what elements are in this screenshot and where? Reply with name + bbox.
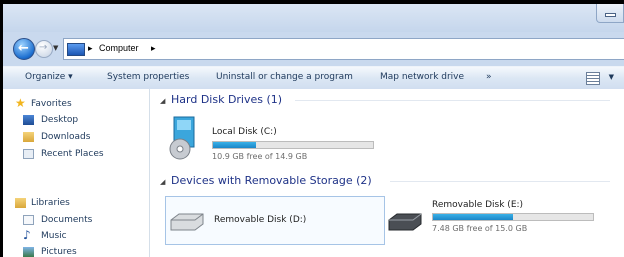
address-bar[interactable]: ▸ Computer ▸ <box>63 38 624 60</box>
nav-recent-places[interactable]: Recent Places <box>41 149 104 159</box>
organize-button[interactable]: Organize ▾ <box>25 72 73 82</box>
nav-libraries[interactable]: Libraries <box>31 198 70 208</box>
pictures-icon <box>23 247 34 257</box>
group-divider <box>295 100 610 101</box>
recent-places-icon <box>23 149 34 159</box>
drive-c-usage-bar <box>212 141 374 149</box>
recent-pages-dropdown-icon[interactable]: ▼ <box>53 44 58 52</box>
star-icon: ★ <box>15 96 26 110</box>
change-view-icon[interactable] <box>586 72 600 85</box>
breadcrumb-computer[interactable]: Computer <box>99 43 139 53</box>
nav-favorites[interactable]: Favorites <box>31 99 72 109</box>
documents-icon <box>23 215 34 225</box>
drive-e-usage-fill <box>433 214 513 220</box>
command-bar: Organize ▾ System properties Uninstall o… <box>3 66 624 90</box>
drive-c-usage-fill <box>213 142 257 148</box>
more-commands-button[interactable]: » <box>486 72 492 82</box>
drive-d-name: Removable Disk (D:) <box>214 215 307 225</box>
map-network-drive-button[interactable]: Map network drive <box>380 72 464 82</box>
content-pane: ◢ Hard Disk Drives (1) Local Disk (C:) 1… <box>150 89 624 257</box>
nav-pictures[interactable]: Pictures <box>41 247 77 257</box>
libraries-icon <box>15 198 26 208</box>
music-note-icon: ♪ <box>23 228 31 242</box>
nav-documents[interactable]: Documents <box>41 215 92 225</box>
forward-button[interactable] <box>35 40 53 58</box>
drive-e-usage-bar <box>432 213 594 221</box>
view-options-dropdown-icon[interactable]: ▼ <box>609 73 614 81</box>
nav-desktop[interactable]: Desktop <box>41 115 78 125</box>
drive-e-free-space: 7.48 GB free of 15.0 GB <box>432 224 528 233</box>
nav-downloads[interactable]: Downloads <box>41 132 90 142</box>
title-bar <box>3 4 624 32</box>
nav-music[interactable]: Music <box>41 231 67 241</box>
removable-drive-icon <box>170 213 204 231</box>
breadcrumb-separator[interactable]: ▸ <box>88 43 93 54</box>
system-properties-button[interactable]: System properties <box>107 72 189 82</box>
explorer-window: ▼ ▸ Computer ▸ Organize ▾ System propert… <box>3 4 624 257</box>
drive-c-free-space: 10.9 GB free of 14.9 GB <box>212 152 308 161</box>
navigation-bar: ▼ ▸ Computer ▸ <box>3 34 624 62</box>
group-header-removable-storage[interactable]: Devices with Removable Storage (2) <box>171 174 372 187</box>
group-divider <box>390 181 610 182</box>
uninstall-program-button[interactable]: Uninstall or change a program <box>216 72 353 82</box>
back-button[interactable] <box>13 38 35 60</box>
removable-drive-icon <box>388 213 422 231</box>
drive-e-name: Removable Disk (E:) <box>432 200 524 210</box>
downloads-folder-icon <box>23 132 34 142</box>
drive-tile-d[interactable]: Removable Disk (D:) <box>165 196 385 245</box>
minimize-button[interactable] <box>596 4 624 23</box>
computer-icon <box>67 43 85 56</box>
group-header-hard-disk-drives[interactable]: Hard Disk Drives (1) <box>171 93 282 106</box>
navigation-pane: ★ Favorites Desktop Downloads Recent Pla… <box>3 89 150 257</box>
breadcrumb-separator-end[interactable]: ▸ <box>151 43 156 54</box>
windows-drive-icon <box>169 116 195 160</box>
desktop-icon <box>23 115 34 125</box>
collapse-arrow-icon[interactable]: ◢ <box>160 97 165 105</box>
drive-c-name: Local Disk (C:) <box>212 127 277 137</box>
collapse-arrow-icon[interactable]: ◢ <box>160 178 165 186</box>
